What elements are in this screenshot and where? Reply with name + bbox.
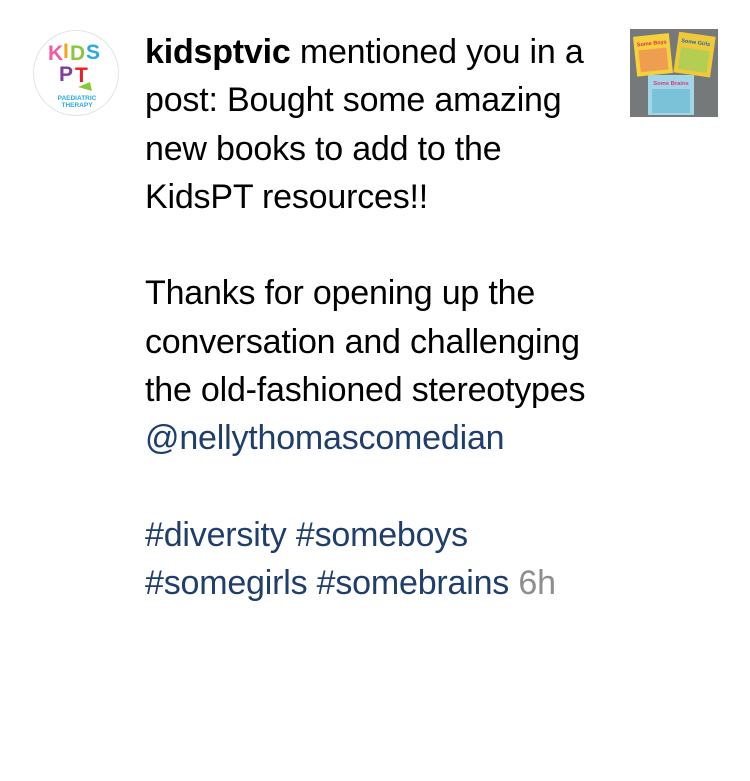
logo-letter-s: S	[86, 41, 100, 64]
timestamp: 6h	[518, 564, 556, 603]
kidspt-logo-icon: K I D S P T PAEDIATRIC THERAPY	[48, 40, 100, 109]
book-some-brains: Some Brains	[648, 75, 694, 115]
logo-letter-k: K	[48, 42, 63, 65]
hashtag-link[interactable]: #diversity	[145, 516, 287, 554]
logo-letter-t: T	[75, 64, 88, 87]
books-photo-icon: Some Boys Some Girls Some Brains	[630, 29, 718, 117]
notification-text: kidsptvic mentioned you in a post: Bough…	[145, 28, 615, 608]
book-some-girls: Some Girls	[673, 31, 716, 78]
username-link[interactable]: kidsptvic	[145, 33, 291, 71]
caption-line-2: Thanks for opening up the conversation a…	[145, 274, 586, 410]
book-some-boys: Some Boys	[633, 33, 673, 77]
profile-avatar[interactable]: K I D S P T PAEDIATRIC THERAPY	[33, 30, 119, 116]
logo-letter-i: I	[63, 40, 69, 63]
logo-letter-p: P	[59, 63, 73, 86]
hashtag-link[interactable]: #someboys	[296, 516, 468, 554]
mention-notification[interactable]: K I D S P T PAEDIATRIC THERAPY kidsptvic…	[0, 0, 750, 781]
logo-caption-line1: PAEDIATRIC	[58, 95, 97, 102]
post-thumbnail[interactable]: Some Boys Some Girls Some Brains	[630, 29, 718, 117]
logo-caption-line2: THERAPY	[61, 102, 93, 109]
hashtag-link[interactable]: #somegirls	[145, 564, 308, 602]
book-3-title: Some Brains	[653, 81, 688, 87]
logo-letter-d: D	[70, 42, 85, 65]
mention-link[interactable]: @nellythomascomedian	[145, 419, 505, 457]
hashtag-link[interactable]: #somebrains	[317, 564, 510, 602]
